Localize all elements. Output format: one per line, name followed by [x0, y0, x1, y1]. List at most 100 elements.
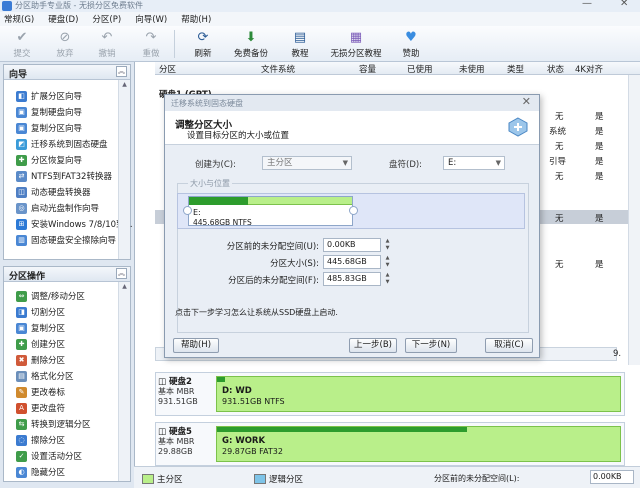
dialog-title-bar: 迁移系统到固态硬盘 ✕	[165, 95, 539, 111]
col-free[interactable]: 未使用	[459, 63, 485, 75]
op-split[interactable]: ◨ 切割分区	[4, 304, 130, 320]
partition-resize-area[interactable]: E: 445.68GB NTFS	[177, 193, 525, 229]
disk5-name: ◫ 硬盘5	[158, 427, 192, 437]
erase-ssd-icon: ▥	[16, 234, 27, 246]
col-status[interactable]: 状态	[547, 63, 564, 75]
wizard-item-install-windows[interactable]: ⊞ 安装Windows 7/8/10到...	[4, 216, 133, 232]
align-cell: 是	[595, 157, 604, 167]
partition-size-input[interactable]: 445.68GB	[323, 255, 381, 269]
group-label: 大小与位置	[188, 178, 232, 189]
create-as-label: 创建为(C):	[195, 160, 236, 170]
tutorial-icon: ▦	[349, 29, 363, 45]
disk5-partition-g[interactable]: G: WORK 29.87GB FAT32	[216, 426, 621, 462]
resize-handle-right[interactable]	[349, 206, 358, 215]
col-type[interactable]: 类型	[507, 63, 524, 75]
chevron-down-icon: ▼	[342, 159, 348, 167]
partition-size-spinner[interactable]: ▲ ▼	[384, 255, 391, 269]
wizard-item-dynamic[interactable]: ◫ 动态硬盘转换器	[4, 184, 130, 200]
title-bar: 分区助手专业版 - 无损分区免费软件 — ✕	[0, 0, 640, 12]
unallocated-after-spinner[interactable]: ▲ ▼	[384, 272, 391, 286]
close-button[interactable]: ✕	[620, 0, 628, 9]
copy-icon: ▣	[16, 322, 27, 334]
col-partition[interactable]: 分区	[159, 63, 176, 75]
scroll-up-icon[interactable]: ▲	[119, 282, 130, 292]
status-bar: 主分区 逻辑分区 分区前的未分配空间(L): 0.00KB	[134, 466, 640, 488]
wizard-item-copy-disk[interactable]: ▣ 复制硬盘向导	[4, 104, 130, 120]
op-set-active[interactable]: ✓ 设置活动分区	[4, 448, 130, 464]
op-delete[interactable]: ✖ 删除分区	[4, 352, 130, 368]
discard-button[interactable]: ⊘ 放弃	[44, 26, 86, 62]
partition-size: 445.68GB NTFS	[193, 218, 252, 227]
partition-ops-panel: 分区操作 ︽ ⇔ 调整/移动分区 ◨ 切割分区 ▣ 复制分区 ✚ 创建分区 ✖ 删除分区 …	[3, 266, 131, 482]
op-copy[interactable]: ▣ 复制分区	[4, 320, 130, 336]
op-hide[interactable]: ◐ 隐藏分区	[4, 464, 130, 480]
undo-button[interactable]: ↶ 撤销	[86, 26, 128, 62]
collapse-icon[interactable]: ︽	[116, 268, 127, 279]
table-scrollbar[interactable]	[628, 75, 640, 365]
menu-partition[interactable]: 分区(P)	[92, 13, 121, 25]
status-cell: 引导	[549, 157, 567, 167]
menu-help[interactable]: 帮助(H)	[181, 13, 211, 25]
partition-name: E:	[193, 208, 201, 217]
lossless-tutorial-button[interactable]: ▦ 无损分区教程	[321, 26, 391, 62]
wizard-item-bootable[interactable]: ◎ 启动光盘制作向导	[4, 200, 130, 216]
wizard-item-ssd-erase[interactable]: ▥ 固态硬盘安全擦除向导	[4, 232, 130, 248]
op-create[interactable]: ✚ 创建分区	[4, 336, 130, 352]
align-cell: 是	[595, 172, 604, 182]
col-capacity[interactable]: 容量	[359, 63, 376, 75]
op-change-letter[interactable]: A 更改盘符	[4, 400, 130, 416]
wizard-scrollbar[interactable]: ▲	[118, 80, 130, 259]
migrate-dialog: 迁移系统到固态硬盘 ✕ 调整分区大小 设置目标分区的大小或位置 创建为(C): …	[164, 94, 540, 358]
collapse-icon[interactable]: ︽	[116, 66, 127, 77]
partition-ops-header: 分区操作 ︽	[4, 267, 130, 282]
disk2-row[interactable]: ◫ 硬盘2 基本 MBR 931.51GB D: WD 931.51GB NTF…	[155, 372, 625, 416]
windows-icon: ⊞	[16, 218, 27, 230]
dialog-close-icon[interactable]: ✕	[522, 95, 531, 108]
wizard-item-ntfs-fat32[interactable]: ⇄ NTFS到FAT32转换器	[4, 168, 130, 184]
create-as-select[interactable]: 主分区 ▼	[262, 156, 352, 170]
wipe-icon: ◌	[16, 434, 27, 446]
menu-disk[interactable]: 硬盘(D)	[48, 13, 78, 25]
wizard-item-extend[interactable]: ◧ 扩展分区向导	[4, 88, 130, 104]
op-wipe[interactable]: ◌ 擦除分区	[4, 432, 130, 448]
cancel-button[interactable]: 取消(C)	[485, 338, 533, 353]
drive-letter-select[interactable]: E: ▼	[443, 156, 505, 170]
unallocated-after-input[interactable]: 485.83GB	[323, 272, 381, 286]
unallocated-before-spinner[interactable]: ▲ ▼	[384, 238, 391, 252]
minimize-button[interactable]: —	[582, 0, 592, 9]
col-4k-align[interactable]: 4K对齐	[575, 63, 603, 75]
resize-handle-left[interactable]	[183, 206, 192, 215]
sponsor-button[interactable]: ♥ 赞助	[391, 26, 431, 62]
create-icon: ✚	[16, 338, 27, 350]
partition-size: 29.87GB FAT32	[222, 447, 283, 456]
legend-primary: 主分区	[142, 473, 183, 485]
wizard-item-recovery[interactable]: ✚ 分区恢复向导	[4, 152, 130, 168]
redo-button[interactable]: ↷ 重做	[128, 26, 174, 62]
col-used[interactable]: 已使用	[407, 63, 433, 75]
status-value-field[interactable]: 0.00KB	[590, 470, 634, 484]
wizard-item-migrate-os[interactable]: ◩ 迁移系统到固态硬盘	[4, 136, 130, 152]
op-format[interactable]: ▤ 格式化分区	[4, 368, 130, 384]
back-button[interactable]: 上一步(B)	[349, 338, 397, 353]
disk5-row[interactable]: ◫ 硬盘5 基本 MBR 29.88GB G: WORK 29.87GB FAT…	[155, 422, 625, 466]
menu-general[interactable]: 常规(G)	[4, 13, 34, 25]
next-button[interactable]: 下一步(N)	[405, 338, 457, 353]
wizard-item-copy-partition[interactable]: ▣ 复制分区向导	[4, 120, 130, 136]
op-convert-logical[interactable]: ⇆ 转换到逻辑分区	[4, 416, 130, 432]
ops-scrollbar[interactable]: ▲	[118, 282, 130, 481]
scroll-up-icon[interactable]: ▲	[119, 80, 130, 90]
tutorial-button[interactable]: ▤ 教程	[279, 26, 321, 62]
op-resize-move[interactable]: ⇔ 调整/移动分区	[4, 288, 130, 304]
unallocated-before-input[interactable]: 0.00KB	[323, 238, 381, 252]
free-backup-button[interactable]: ⬇ 免费备份	[223, 26, 279, 62]
help-button[interactable]: 帮助(H)	[173, 338, 219, 353]
submit-button[interactable]: ✔ 提交	[0, 26, 44, 62]
partition-usage-fill	[189, 197, 248, 205]
partition-bar[interactable]: E: 445.68GB NTFS	[188, 196, 353, 227]
refresh-button[interactable]: ⟳ 刷新	[183, 26, 223, 62]
col-filesystem[interactable]: 文件系统	[261, 63, 295, 75]
menu-wizard[interactable]: 向导(W)	[135, 13, 167, 25]
op-change-label[interactable]: ✎ 更改卷标	[4, 384, 130, 400]
disk2-type: 基本 MBR	[158, 387, 195, 396]
disk2-partition-d[interactable]: D: WD 931.51GB NTFS	[216, 376, 621, 412]
